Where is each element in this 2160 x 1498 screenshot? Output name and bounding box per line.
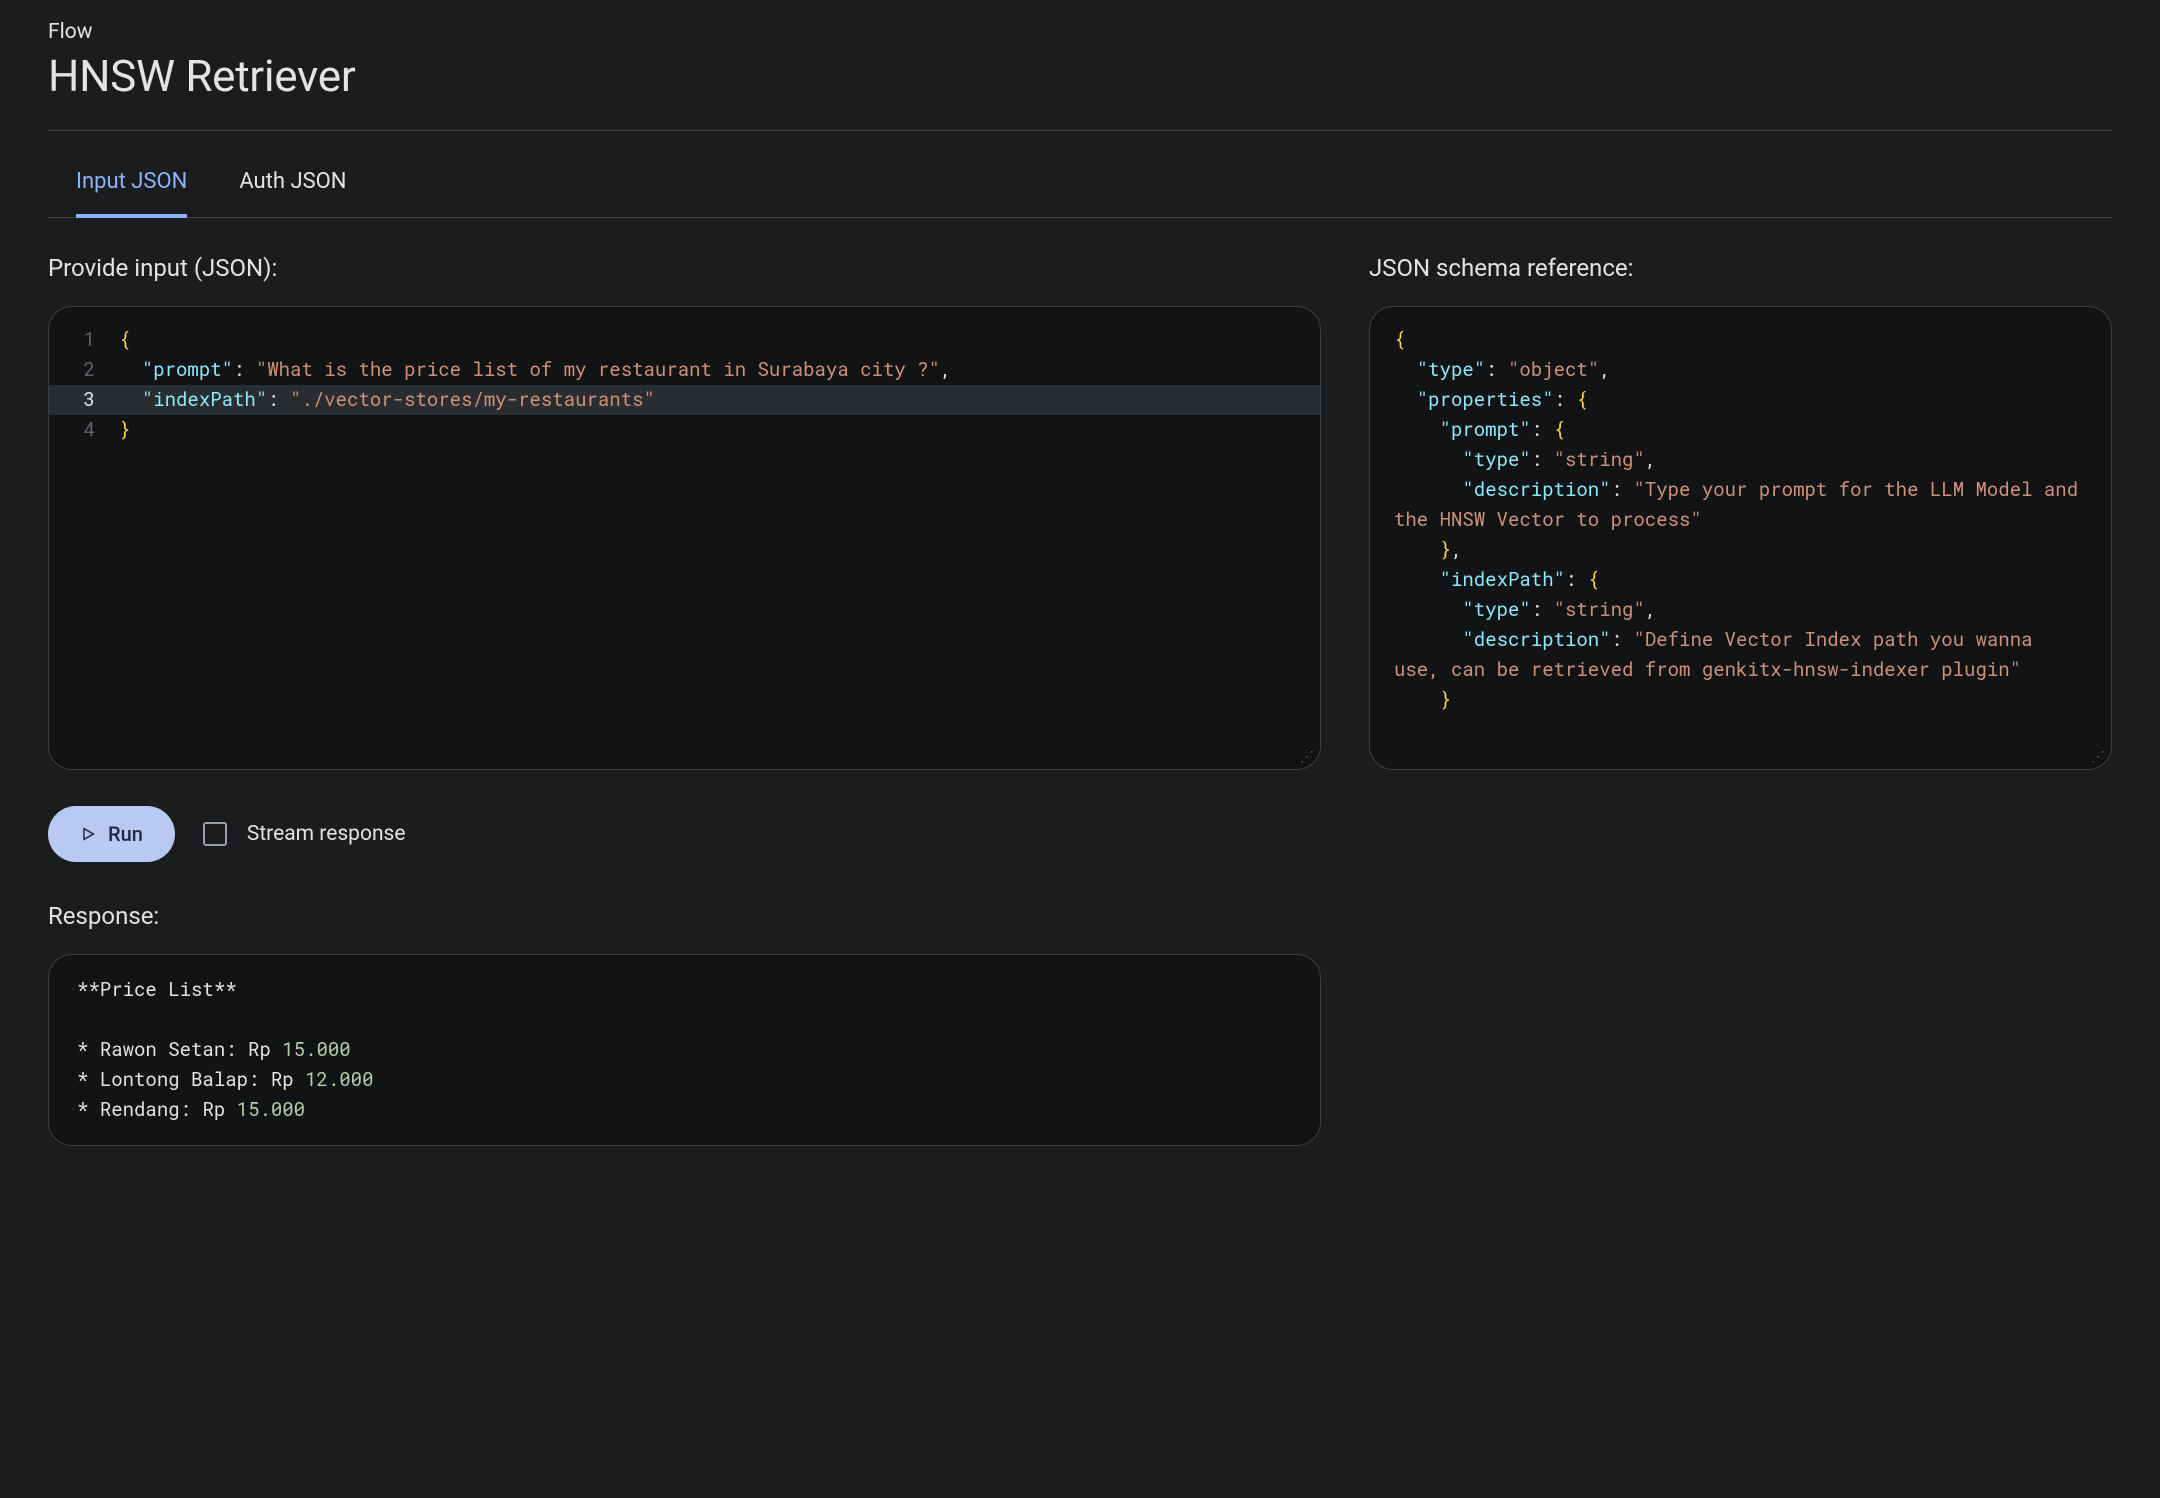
tab-auth-json[interactable]: Auth JSON bbox=[239, 131, 346, 218]
input-indexpath-value: ./vector-stores/my-restaurants bbox=[301, 387, 643, 412]
stream-response-checkbox[interactable]: Stream response bbox=[203, 822, 406, 846]
line-number: 3 bbox=[49, 385, 119, 415]
input-prompt-value: What is the price list of my restaurant … bbox=[267, 357, 928, 382]
schema-reference-viewer[interactable]: { "type": "object", "properties": { "pro… bbox=[1369, 306, 2112, 770]
response-title: **Price List** bbox=[77, 977, 237, 1002]
stream-response-label: Stream response bbox=[247, 822, 406, 846]
play-icon bbox=[80, 826, 96, 842]
line-number: 1 bbox=[49, 325, 119, 355]
line-number: 4 bbox=[49, 415, 119, 445]
schema-label: JSON schema reference: bbox=[1369, 254, 2112, 282]
response-output: **Price List** * Rawon Setan: Rp 15.000 … bbox=[48, 954, 1321, 1146]
breadcrumb: Flow bbox=[48, 20, 2112, 44]
input-panel: Provide input (JSON): 1 { 2 "prompt": "W… bbox=[48, 254, 1321, 1146]
resize-handle-icon[interactable]: ⋰ bbox=[2091, 749, 2105, 763]
input-label: Provide input (JSON): bbox=[48, 254, 1321, 282]
response-item: * Rawon Setan: Rp 15.000 bbox=[77, 1037, 351, 1062]
page-title: HNSW Retriever bbox=[48, 50, 2112, 102]
tabs: Input JSON Auth JSON bbox=[48, 131, 2112, 218]
header-section: Flow HNSW Retriever bbox=[48, 20, 2112, 102]
content-area: Provide input (JSON): 1 { 2 "prompt": "W… bbox=[48, 254, 2112, 1146]
response-item: * Lontong Balap: Rp 12.000 bbox=[77, 1067, 374, 1092]
schema-panel: JSON schema reference: { "type": "object… bbox=[1369, 254, 2112, 1146]
response-item: * Rendang: Rp 15.000 bbox=[77, 1097, 305, 1122]
actions-row: Run Stream response bbox=[48, 806, 1321, 862]
run-button-label: Run bbox=[108, 822, 143, 846]
run-button[interactable]: Run bbox=[48, 806, 175, 862]
line-number: 2 bbox=[49, 355, 119, 385]
tab-input-json[interactable]: Input JSON bbox=[76, 131, 187, 218]
response-section: Response: **Price List** * Rawon Setan: … bbox=[48, 902, 1321, 1146]
input-json-editor[interactable]: 1 { 2 "prompt": "What is the price list … bbox=[48, 306, 1321, 770]
response-label: Response: bbox=[48, 902, 1321, 930]
checkbox-box-icon bbox=[203, 822, 227, 846]
resize-handle-icon[interactable]: ⋰ bbox=[1300, 749, 1314, 763]
